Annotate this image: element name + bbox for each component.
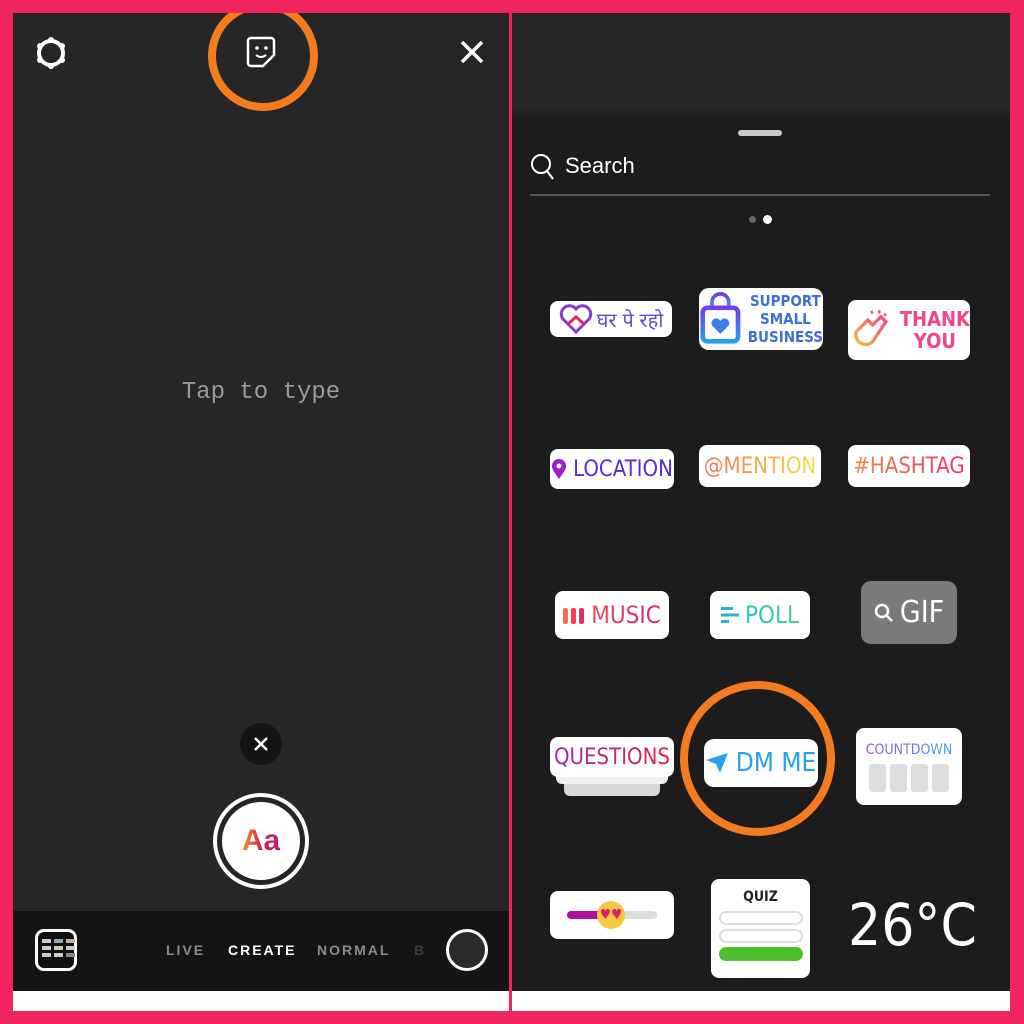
search-icon: [531, 154, 554, 180]
gallery-icon[interactable]: [35, 929, 77, 971]
mode-create[interactable]: CREATE: [228, 942, 297, 958]
drag-handle[interactable]: [738, 130, 782, 136]
text-mode-label: Aa: [241, 824, 281, 857]
settings-icon[interactable]: [33, 35, 69, 71]
story-create-panel: Tap to type Aa LIVE CREATE NORMAL B: [13, 13, 509, 1011]
sticker-questions[interactable]: QUESTIONS: [550, 737, 674, 777]
sticker-hashtag[interactable]: #HASHTAG: [848, 445, 970, 487]
sticker-poll[interactable]: POLL: [710, 591, 810, 639]
sticker-support-small-business[interactable]: SUPPORT SMALL BUSINESS: [699, 288, 823, 350]
correct-answer-bar: [718, 947, 803, 961]
sticker-gif[interactable]: GIF: [861, 581, 957, 644]
page-dot[interactable]: [749, 216, 756, 223]
search-input[interactable]: Search: [565, 153, 635, 179]
shopping-bag-icon: [700, 292, 741, 344]
sticker-stay-home[interactable]: घर पे रहो: [550, 301, 672, 337]
sticker-thank-you[interactable]: THANK YOU: [848, 300, 970, 360]
clapping-hands-icon: [854, 310, 888, 347]
close-icon: [254, 737, 268, 751]
text-mode-button[interactable]: Aa: [213, 793, 309, 889]
sticker-emoji-slider[interactable]: ♥♥: [550, 891, 674, 939]
page-dot-active[interactable]: [763, 215, 772, 224]
location-pin-icon: [552, 459, 567, 479]
music-bars-icon: [563, 608, 585, 624]
dismiss-button[interactable]: [240, 723, 282, 765]
sticker-quiz[interactable]: QUIZ: [711, 879, 810, 978]
sticker-countdown[interactable]: COUNTDOWN: [856, 728, 962, 805]
search-icon: [874, 603, 893, 622]
bottom-strip: [512, 991, 1010, 1011]
highlight-circle: [208, 13, 318, 111]
sticker-mention[interactable]: @MENTION: [699, 445, 821, 487]
mode-bar: LIVE CREATE NORMAL B: [13, 911, 509, 991]
heart-house-icon: [559, 304, 592, 334]
close-icon[interactable]: [459, 39, 485, 65]
capture-button[interactable]: [446, 929, 488, 971]
bottom-strip: [13, 991, 509, 1011]
sticker-location[interactable]: LOCATION: [550, 449, 674, 489]
poll-icon: [720, 607, 739, 623]
sticker-music[interactable]: MUSIC: [555, 591, 669, 639]
text-input-placeholder[interactable]: Tap to type: [13, 379, 509, 406]
sticker-temperature[interactable]: 26°C: [848, 891, 977, 959]
search-underline: [530, 194, 990, 196]
sticker-tray: Search घर पे रहो SUPPORT SMALL BUSINESS …: [512, 13, 1010, 1011]
highlight-circle: [680, 681, 835, 836]
mode-next[interactable]: B: [414, 942, 426, 958]
heart-eyes-emoji-icon: ♥♥: [597, 901, 625, 929]
mode-live[interactable]: LIVE: [166, 942, 205, 958]
mode-normal[interactable]: NORMAL: [317, 942, 390, 958]
